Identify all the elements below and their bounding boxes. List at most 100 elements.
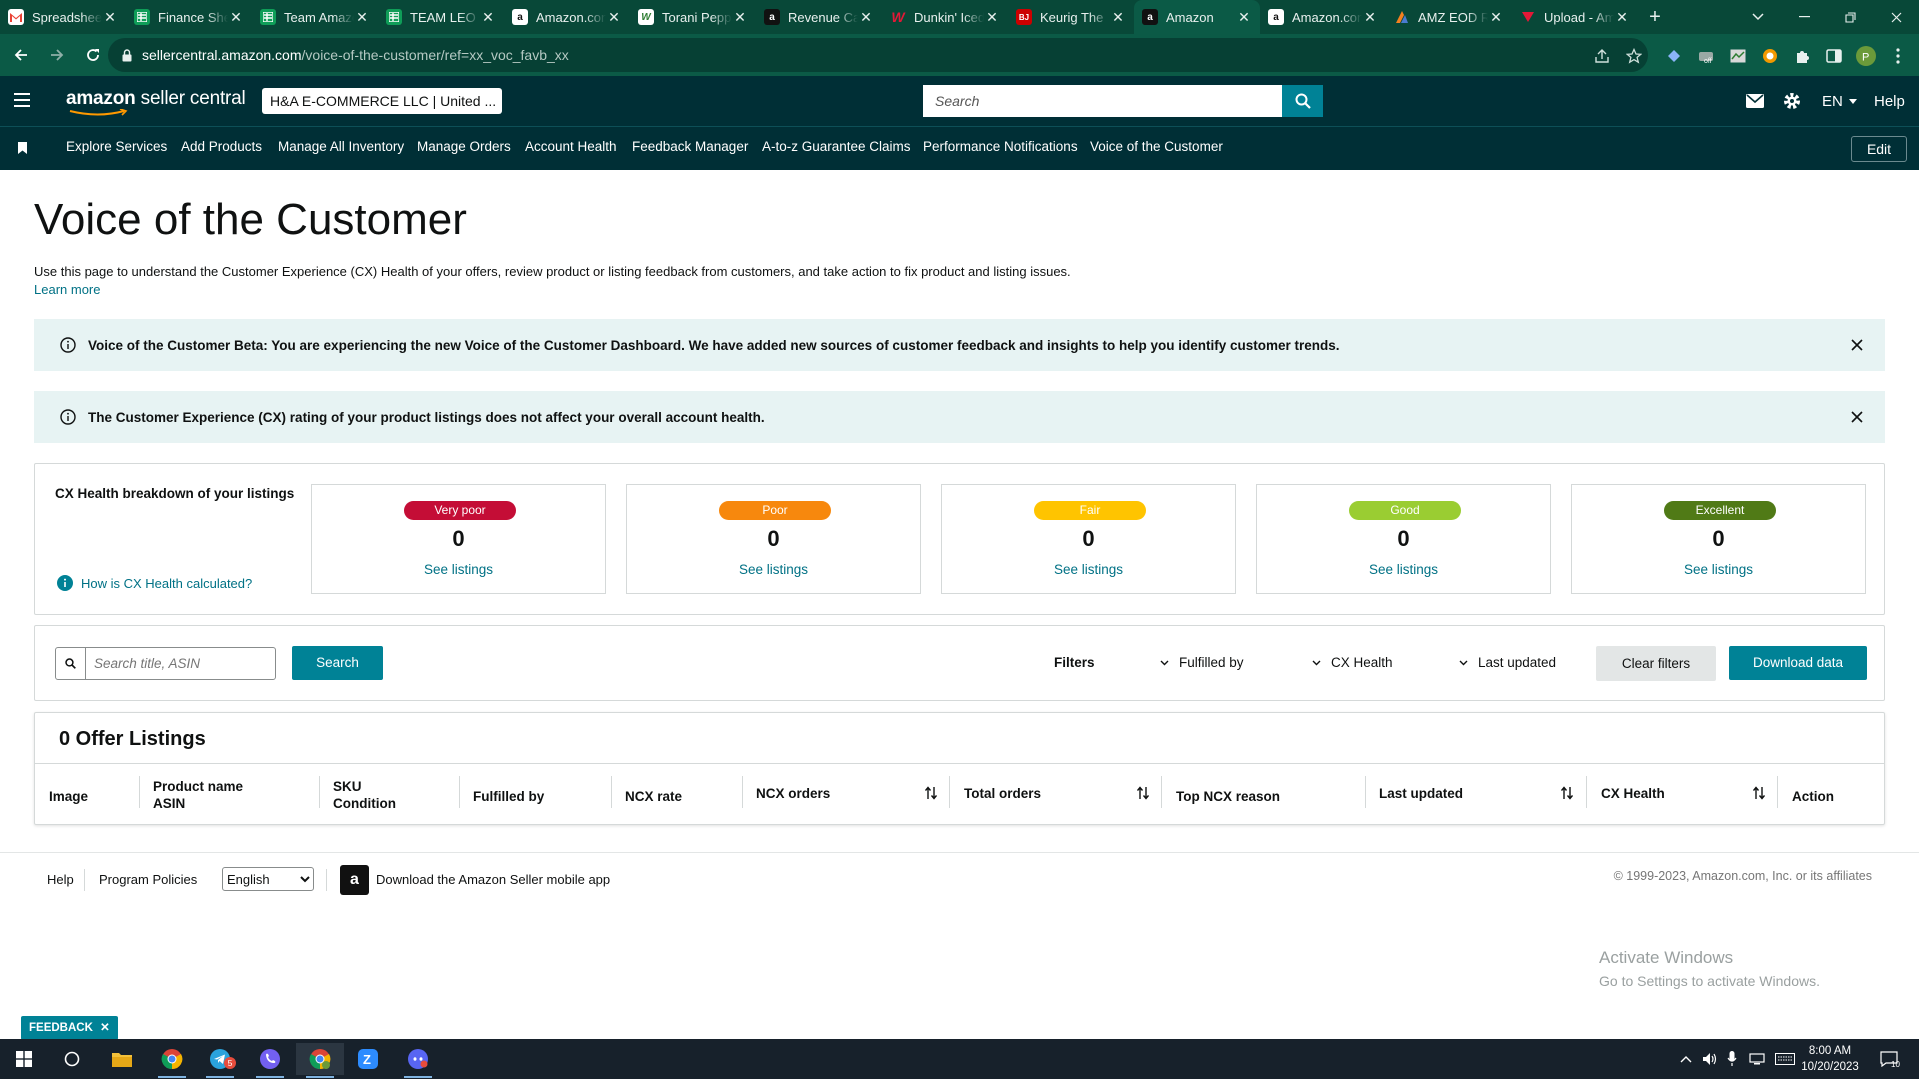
bookmark-star-icon[interactable] [1624, 46, 1644, 66]
search-cortana-icon[interactable] [48, 1043, 96, 1075]
extension-off-icon[interactable]: off [1697, 46, 1717, 66]
messages-icon[interactable] [1746, 76, 1764, 126]
col-cx-health[interactable]: CX Health [1601, 785, 1665, 802]
browser-tab[interactable]: a Amazon.com ✕ [504, 0, 630, 34]
col-total-orders[interactable]: Total orders [964, 785, 1041, 802]
browser-menu-icon[interactable] [1888, 46, 1908, 66]
cx-health-how-link[interactable]: How is CX Health calculated? [57, 575, 252, 591]
cx-health-dropdown[interactable]: CX Health [1312, 655, 1393, 670]
side-panel-icon[interactable] [1824, 46, 1844, 66]
account-switcher[interactable]: H&A E-COMMERCE LLC | United ... [262, 88, 502, 114]
sort-icon[interactable] [1753, 786, 1765, 800]
footer-language-select[interactable]: English [222, 867, 314, 891]
browser-tab[interactable]: a Amazon.com ✕ [1260, 0, 1386, 34]
sort-icon[interactable] [1561, 786, 1573, 800]
feedback-button[interactable]: FEEDBACK ✕ [21, 1016, 118, 1040]
file-explorer-icon[interactable] [98, 1043, 146, 1075]
close-icon[interactable]: ✕ [1362, 9, 1378, 26]
search-button[interactable]: Search [292, 646, 383, 680]
nav-explore-services[interactable]: Explore Services [66, 139, 167, 154]
nav-add-products[interactable]: Add Products [181, 139, 262, 154]
browser-tab[interactable]: Spreadsheet ✕ [0, 0, 126, 34]
browser-tab-active[interactable]: a Amazon ✕ [1134, 0, 1260, 34]
address-bar[interactable]: sellercentral.amazon.com/voice-of-the-cu… [108, 38, 1648, 72]
profile-avatar[interactable]: P [1856, 46, 1876, 66]
browser-tab[interactable]: Finance Sheet ✕ [126, 0, 252, 34]
footer-help-link[interactable]: Help [47, 872, 74, 887]
nav-account-health[interactable]: Account Health [525, 139, 617, 154]
minimize-button[interactable] [1781, 0, 1827, 34]
seller-search-button[interactable] [1282, 85, 1323, 117]
zoom-icon[interactable]: Z [344, 1043, 392, 1075]
col-sku[interactable]: SKU Condition [333, 778, 396, 812]
extension-icon[interactable] [1728, 46, 1748, 66]
back-button[interactable] [6, 40, 36, 70]
browser-tab[interactable]: W Torani Peppermint ✕ [630, 0, 756, 34]
keyboard-icon[interactable] [1775, 1039, 1795, 1079]
close-icon[interactable]: ✕ [1488, 9, 1504, 26]
share-icon[interactable] [1592, 46, 1612, 66]
listing-search-input[interactable] [86, 649, 275, 678]
volume-icon[interactable] [1702, 1039, 1718, 1079]
close-window-button[interactable] [1873, 0, 1919, 34]
seller-central-logo[interactable]: amazon seller central [66, 88, 246, 116]
listing-search-field[interactable] [55, 647, 276, 680]
seller-search-input[interactable]: Search [923, 85, 1283, 117]
new-tab-button[interactable]: + [1638, 0, 1672, 34]
extension-icon[interactable] [1664, 46, 1684, 66]
footer-program-policies-link[interactable]: Program Policies [99, 872, 197, 887]
see-listings-link[interactable]: See listings [1257, 562, 1550, 577]
close-icon[interactable]: ✕ [354, 9, 370, 26]
forward-button[interactable] [42, 40, 72, 70]
browser-tab[interactable]: W Dunkin' Iced ✕ [882, 0, 1008, 34]
col-ncx-orders[interactable]: NCX orders [756, 785, 830, 802]
close-icon[interactable]: ✕ [1110, 9, 1126, 26]
browser-tab[interactable]: AMZ EOD Report ✕ [1386, 0, 1512, 34]
see-listings-link[interactable]: See listings [627, 562, 920, 577]
extension-icon[interactable] [1760, 46, 1780, 66]
language-selector[interactable]: EN [1822, 76, 1857, 126]
close-icon[interactable]: ✕ [102, 9, 118, 26]
sort-icon[interactable] [1137, 786, 1149, 800]
browser-tab[interactable]: TEAM LEO ✕ [378, 0, 504, 34]
seller-app-icon[interactable]: a [340, 865, 369, 895]
close-icon[interactable]: ✕ [984, 9, 1000, 26]
discord-icon[interactable] [394, 1043, 442, 1078]
close-icon[interactable]: ✕ [606, 9, 622, 26]
hamburger-menu-icon[interactable] [14, 92, 32, 108]
chrome-icon[interactable] [148, 1043, 196, 1078]
network-icon[interactable] [1749, 1039, 1765, 1079]
notification-center-icon[interactable]: 10 [1880, 1039, 1900, 1079]
windows-start-icon[interactable] [0, 1043, 48, 1075]
tab-search-icon[interactable] [1735, 0, 1781, 34]
sort-icon[interactable] [925, 786, 937, 800]
nav-a-to-z-claims[interactable]: A-to-z Guarantee Claims [762, 139, 911, 154]
clear-filters-button[interactable]: Clear filters [1596, 646, 1716, 681]
browser-tab[interactable]: a Revenue Calculator ✕ [756, 0, 882, 34]
edit-nav-button[interactable]: Edit [1851, 136, 1907, 162]
browser-tab[interactable]: Team Amazon ✕ [252, 0, 378, 34]
nav-voice-of-the-customer[interactable]: Voice of the Customer [1090, 139, 1223, 154]
browser-tab[interactable]: Upload - Amazon ✕ [1512, 0, 1638, 34]
see-listings-link[interactable]: See listings [1572, 562, 1865, 577]
download-data-button[interactable]: Download data [1729, 646, 1867, 680]
telegram-icon[interactable]: 5 [196, 1043, 244, 1078]
chrome-profile-icon[interactable] [296, 1043, 344, 1078]
puzzle-extensions-icon[interactable] [1792, 46, 1812, 66]
browser-tab[interactable]: BJ Keurig The ✕ [1008, 0, 1134, 34]
show-hidden-icons[interactable] [1680, 1039, 1692, 1079]
settings-gear-icon[interactable] [1783, 76, 1801, 126]
close-icon[interactable] [1851, 339, 1863, 351]
bookmark-icon[interactable] [18, 142, 27, 154]
nav-manage-orders[interactable]: Manage Orders [417, 139, 511, 154]
learn-more-link[interactable]: Learn more [34, 282, 100, 297]
see-listings-link[interactable]: See listings [312, 562, 605, 577]
nav-performance-notifications[interactable]: Performance Notifications [923, 139, 1078, 154]
col-product-name[interactable]: Product name ASIN [153, 778, 243, 812]
see-listings-link[interactable]: See listings [942, 562, 1235, 577]
header-help-link[interactable]: Help [1874, 76, 1905, 126]
microphone-icon[interactable] [1727, 1039, 1737, 1079]
viber-icon[interactable] [246, 1043, 294, 1078]
nav-feedback-manager[interactable]: Feedback Manager [632, 139, 748, 154]
close-icon[interactable] [1851, 411, 1863, 423]
